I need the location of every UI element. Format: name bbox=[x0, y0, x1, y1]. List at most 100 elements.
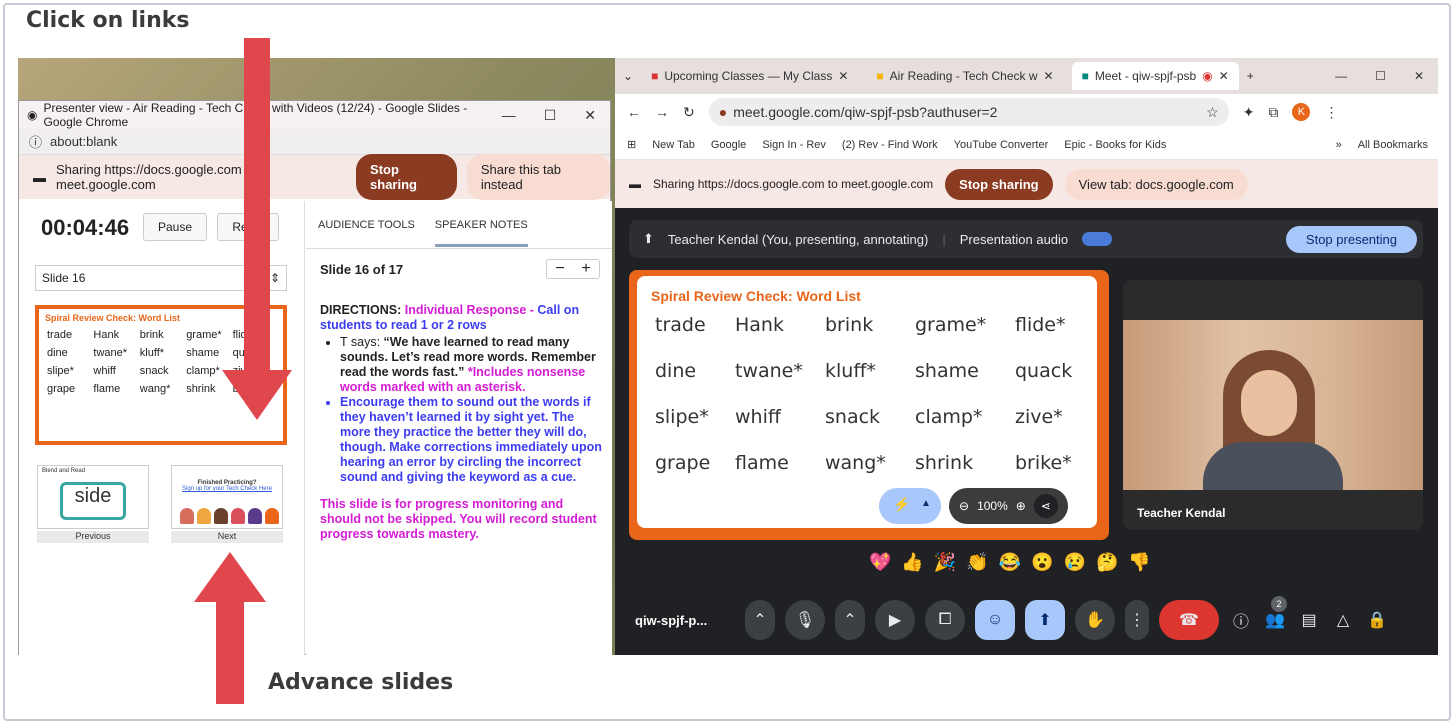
reaction-emoji[interactable]: 😮 bbox=[1031, 552, 1053, 573]
stop-presenting-button[interactable]: Stop presenting bbox=[1285, 225, 1417, 253]
presentation-audio-toggle[interactable] bbox=[1082, 232, 1113, 246]
raise-hand-button[interactable]: ✋ bbox=[1075, 600, 1115, 640]
end-call-button[interactable]: ☎ bbox=[1159, 600, 1219, 640]
more-bookmarks-icon[interactable]: » bbox=[1336, 139, 1342, 151]
activities-icon[interactable]: △ bbox=[1331, 610, 1355, 630]
tab-air-reading[interactable]: ■ Air Reading - Tech Check w ✕ bbox=[866, 62, 1063, 90]
close-icon[interactable]: ✕ bbox=[1414, 69, 1424, 83]
notes-encourage: Encourage them to sound out the words if… bbox=[340, 395, 602, 484]
apps-icon[interactable]: ⊞ bbox=[627, 138, 636, 151]
url-input[interactable]: ● meet.google.com/qiw-spjf-psb?authuser=… bbox=[708, 98, 1229, 126]
slide-word: shame bbox=[915, 360, 979, 382]
slide-word: snack bbox=[139, 365, 169, 377]
site-icon: ■ bbox=[651, 69, 659, 83]
reaction-emoji[interactable]: 💖 bbox=[869, 552, 891, 573]
reaction-emoji[interactable]: 👏 bbox=[966, 552, 988, 573]
url-text: meet.google.com/qiw-spjf-psb?authuser=2 bbox=[733, 104, 998, 120]
teacher-video-tile[interactable]: Teacher Kendal bbox=[1123, 280, 1423, 530]
tab-upcoming-classes-label: Upcoming Classes — My Class bbox=[664, 69, 833, 83]
next-slide-link[interactable]: Sign up for your Tech Check Here bbox=[172, 486, 282, 492]
tab-speaker-notes[interactable]: SPEAKER NOTES bbox=[434, 203, 528, 247]
forward-icon[interactable]: → bbox=[655, 104, 669, 120]
audio-options-icon[interactable]: ⌃ bbox=[745, 600, 775, 640]
slide-word: shrink bbox=[915, 452, 974, 474]
bookmark-youtube-converter[interactable]: YouTube Converter bbox=[954, 139, 1049, 151]
back-icon[interactable]: ← bbox=[627, 104, 641, 120]
close-tab-icon[interactable]: ✕ bbox=[838, 69, 848, 83]
zoom-out-icon[interactable]: ⊖ bbox=[959, 499, 969, 513]
slide-word: brink bbox=[825, 314, 874, 336]
reload-icon[interactable]: ↻ bbox=[683, 104, 695, 121]
zoom-level: 100% bbox=[977, 499, 1008, 513]
info-icon[interactable]: ⓘ bbox=[29, 132, 42, 151]
zoom-in-button[interactable]: + bbox=[573, 260, 599, 278]
minimize-icon[interactable]: — bbox=[1335, 69, 1347, 83]
slide-word: wang* bbox=[825, 452, 886, 474]
video-options-icon[interactable]: ⌃ bbox=[835, 600, 865, 640]
slide-counter: Slide 16 of 17 bbox=[320, 261, 404, 277]
tab-upcoming-classes[interactable]: ■ Upcoming Classes — My Class ✕ bbox=[641, 62, 858, 90]
view-tab-button[interactable]: View tab: docs.google.com bbox=[1064, 168, 1248, 200]
captions-button[interactable]: ⧠ bbox=[925, 600, 965, 640]
reaction-emoji[interactable]: 👎 bbox=[1128, 552, 1150, 573]
reaction-emoji[interactable]: 😢 bbox=[1064, 552, 1086, 573]
host-controls-icon[interactable]: 🔒 bbox=[1365, 610, 1389, 630]
star-icon[interactable]: ☆ bbox=[1206, 104, 1219, 121]
present-button[interactable]: ⬆ bbox=[1025, 600, 1065, 640]
prev-slide-card: side bbox=[60, 482, 126, 520]
bookmark-rev-signin[interactable]: Sign In - Rev bbox=[762, 139, 826, 151]
zoom-out-button[interactable]: − bbox=[547, 260, 573, 278]
reactions-button[interactable]: ☺ bbox=[975, 600, 1015, 640]
annotate-button[interactable]: ⚡ ▲ bbox=[879, 488, 941, 524]
previous-slide-thumbnail[interactable]: Blend and Read side bbox=[37, 465, 149, 529]
bookmark-rev-find-work[interactable]: (2) Rev - Find Work bbox=[842, 139, 938, 151]
new-tab-icon[interactable]: + bbox=[1247, 69, 1254, 83]
reaction-emoji[interactable]: 👍 bbox=[901, 552, 923, 573]
bookmark-new-tab[interactable]: New Tab bbox=[652, 139, 695, 151]
next-slide-thumbnail[interactable]: Finished Practicing? Sign up for your Te… bbox=[171, 465, 283, 529]
reaction-emoji[interactable]: 🤔 bbox=[1096, 552, 1118, 573]
camera-icon: ● bbox=[718, 104, 728, 120]
maximize-icon[interactable]: ☐ bbox=[544, 107, 557, 124]
pause-button[interactable]: Pause bbox=[143, 213, 207, 241]
reaction-emoji[interactable]: 😂 bbox=[999, 552, 1021, 573]
puzzle-icon[interactable]: ⧉ bbox=[1268, 104, 1278, 121]
all-bookmarks[interactable]: All Bookmarks bbox=[1358, 139, 1438, 151]
close-icon[interactable]: ✕ bbox=[584, 107, 596, 124]
meet-stop-sharing-button[interactable]: Stop sharing bbox=[945, 168, 1053, 200]
menu-icon[interactable]: ⋮ bbox=[1324, 104, 1338, 121]
arrow-down-head bbox=[222, 370, 292, 420]
reaction-emoji[interactable]: 🎉 bbox=[934, 552, 956, 573]
share-icon[interactable]: ⋖ bbox=[1033, 494, 1058, 518]
extension-icon[interactable]: ✦ bbox=[1243, 104, 1255, 121]
slide-word: grame* bbox=[915, 314, 987, 336]
bookmark-epic[interactable]: Epic - Books for Kids bbox=[1064, 139, 1166, 151]
more-options-icon[interactable]: ⋮ bbox=[1125, 600, 1149, 640]
share-this-tab-button[interactable]: Share this tab instead bbox=[466, 154, 610, 200]
chat-icon[interactable]: ▤ bbox=[1297, 610, 1321, 630]
slide-word: kluff* bbox=[139, 347, 165, 359]
maximize-icon[interactable]: ☐ bbox=[1375, 69, 1386, 83]
zoom-in-icon[interactable]: ⊕ bbox=[1016, 499, 1026, 513]
arrow-up-shaft bbox=[216, 600, 244, 704]
tab-audience-tools[interactable]: AUDIENCE TOOLS bbox=[318, 219, 415, 231]
select-arrows-icon: ⇕ bbox=[269, 271, 280, 285]
teacher-face bbox=[1241, 370, 1297, 436]
previous-slide-label[interactable]: Previous bbox=[37, 531, 149, 543]
tab-meet[interactable]: ■ Meet - qiw-spjf-psb ◉ ✕ bbox=[1071, 62, 1239, 90]
close-tab-icon[interactable]: ✕ bbox=[1044, 69, 1054, 83]
microphone-button[interactable]: 🎙 bbox=[785, 600, 825, 640]
presenter-stop-sharing-button[interactable]: Stop sharing bbox=[356, 154, 457, 200]
presenting-text: Teacher Kendal (You, presenting, annotat… bbox=[667, 231, 929, 247]
bookmark-google[interactable]: Google bbox=[711, 139, 746, 151]
minimize-icon[interactable]: — bbox=[502, 107, 516, 124]
notes-zoom-controls: − + bbox=[546, 259, 600, 279]
present-icon: ⬆ bbox=[643, 231, 654, 246]
tab-search-icon[interactable]: ⌄ bbox=[623, 69, 633, 83]
meeting-info-icon[interactable]: ⓘ bbox=[1229, 608, 1253, 632]
next-slide-label[interactable]: Next bbox=[171, 531, 283, 543]
camera-button[interactable]: ▶ bbox=[875, 600, 915, 640]
close-tab-icon[interactable]: ✕ bbox=[1219, 69, 1229, 83]
people-icon[interactable]: 👥 2 bbox=[1263, 596, 1287, 630]
profile-avatar[interactable]: K bbox=[1292, 103, 1311, 121]
